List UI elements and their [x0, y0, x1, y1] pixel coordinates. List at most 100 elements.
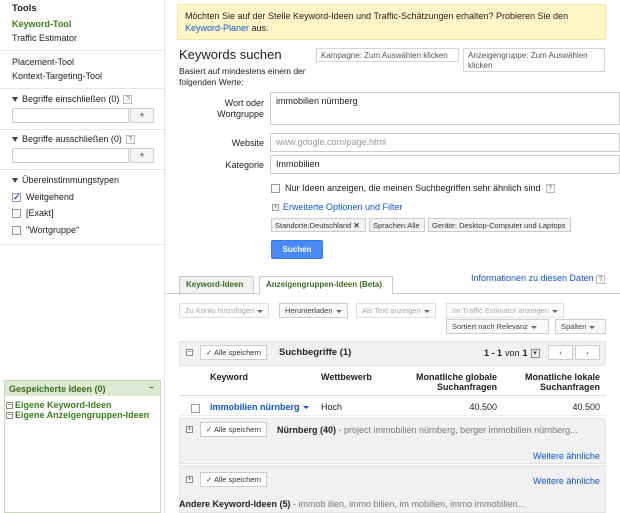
match-types-toggle[interactable]: Übereinstimmungstypen [12, 175, 119, 185]
show-as-text-button: Als Text anzeigen [356, 303, 436, 318]
download-button[interactable]: Herunterladen [279, 303, 348, 318]
divider [0, 88, 165, 89]
row-global-searches: 40.500 [469, 402, 497, 412]
checkbox[interactable] [12, 225, 21, 235]
chip-location-label: Standorte:Deutschland [275, 221, 352, 230]
tools-heading: Tools [12, 3, 37, 14]
chevron-down-icon [551, 309, 558, 313]
nav-traffic-estimator[interactable]: Traffic Estimator [12, 33, 77, 43]
keyword-label: Wort oder Wortgruppe [217, 98, 264, 119]
collapse-triangle-icon [12, 96, 18, 102]
website-input[interactable]: www.google.com/page.html [270, 133, 620, 152]
checkbox-checked[interactable] [12, 192, 21, 203]
include-terms-add-button[interactable]: + [130, 108, 154, 123]
expand-plus-icon[interactable]: + [186, 476, 193, 483]
prev-page-button[interactable]: ‹ [548, 345, 573, 360]
exclude-terms-add-button[interactable]: + [130, 148, 154, 163]
match-exact-label: [Exakt] [26, 208, 54, 218]
advanced-options-link[interactable]: Erweiterte Optionen und Filter [283, 202, 403, 212]
filter-chip-devices[interactable]: Geräte: Desktop-Computer und Laptops [428, 218, 571, 232]
saved-keyword-ideas-label: Eigene Keyword-Ideen [15, 400, 112, 410]
collapse-icon[interactable]: − [186, 349, 193, 356]
row-keyword[interactable]: immobilien nürnberg [210, 402, 309, 412]
campaign-selector[interactable]: Kampagne: Zum Auswählen klicken [316, 48, 459, 62]
sort-dropdown[interactable]: Sortiert nach Relevanz [446, 319, 549, 334]
col-local-searches[interactable]: Monatliche lokale Suchanfragen [503, 372, 600, 392]
page-dropdown-icon[interactable]: ▾ [530, 348, 540, 358]
expand-icon[interactable]: − [6, 411, 13, 419]
banner-text: Möchten Sie auf der Stelle Keyword-Ideen… [185, 11, 569, 21]
help-icon[interactable]: ? [596, 275, 606, 284]
adgroup-selector[interactable]: Anzeigengruppe: Zum Auswählen klicken [463, 48, 605, 72]
next-page-button[interactable]: › [575, 345, 600, 360]
match-broad-option[interactable]: Weitgehend [12, 192, 74, 203]
search-button[interactable]: Suchen [271, 240, 323, 259]
include-terms-label: Begriffe einschließen (0) [22, 94, 120, 104]
pagination-of: von [505, 348, 520, 358]
keyword-planner-link[interactable]: Keyword-Planer [185, 23, 249, 33]
exclude-terms-toggle[interactable]: Begriffe ausschließen (0) ? [12, 134, 135, 144]
close-icon[interactable]: ✕ [353, 221, 359, 230]
filter-chip-language[interactable]: Sprachen:Alle [369, 218, 425, 232]
tab-adgroup-ideas[interactable]: Anzeigengruppen-Ideen (Beta) [259, 276, 393, 294]
saved-keyword-ideas[interactable]: − Eigene Keyword-Ideen [5, 400, 160, 410]
collapse-triangle-icon [12, 136, 18, 142]
info-data-link[interactable]: Informationen zu diesen Daten ? [471, 273, 606, 284]
divider [0, 169, 165, 170]
include-terms-toggle[interactable]: Begriffe einschließen (0) ? [12, 94, 133, 104]
only-similar-option[interactable]: Nur Ideen anzeigen, die meinen Suchbegri… [271, 183, 555, 193]
checkbox[interactable] [271, 183, 280, 193]
keyword-input[interactable]: immobilien nürnberg [270, 92, 620, 125]
help-icon[interactable]: ? [125, 134, 135, 144]
more-similar-link[interactable]: Weitere ähnliche [533, 476, 600, 486]
col-keyword[interactable]: Keyword [210, 372, 248, 382]
col-competition[interactable]: Wettbewerb [321, 372, 372, 382]
help-icon[interactable]: ? [545, 183, 555, 193]
minimize-icon[interactable]: – [149, 382, 154, 392]
expand-icon[interactable]: − [6, 401, 13, 409]
row-checkbox[interactable] [191, 404, 200, 414]
chevron-down-icon [335, 309, 342, 313]
row-keyword-label: immobilien nürnberg [210, 402, 300, 412]
website-label: Website [231, 138, 264, 148]
adgroup-title: Nürnberg (40) [277, 425, 337, 435]
match-types-label: Übereinstimmungstypen [22, 175, 120, 185]
info-data-label: Informationen zu diesen Daten [471, 273, 594, 283]
match-phrase-label: "Wortgruppe" [26, 225, 80, 235]
nav-context-targeting-tool[interactable]: Kontext-Targeting-Tool [12, 71, 102, 81]
match-exact-option[interactable]: [Exakt] [12, 208, 54, 218]
expand-plus-icon[interactable]: + [186, 426, 193, 433]
save-all-button[interactable]: ✓ Alle speichern [200, 345, 268, 360]
tab-keyword-ideas[interactable]: Keyword-Ideen [179, 276, 254, 293]
chevron-down-icon [423, 309, 430, 313]
add-to-account-button: Zu Konto hinzufügen [179, 303, 270, 318]
save-all-button[interactable]: ✓ Alle speichern [200, 472, 268, 487]
match-phrase-option[interactable]: "Wortgruppe" [12, 225, 79, 235]
nav-placement-tool[interactable]: Placement-Tool [12, 57, 74, 67]
pagination-total: 1 [522, 348, 528, 358]
checkbox[interactable] [12, 208, 21, 218]
other-keyword-ideas[interactable]: Andere Keyword-Ideen (5) - immob ilien, … [179, 499, 525, 509]
search-subtitle: Basiert auf mindestens einem der folgend… [179, 66, 306, 87]
check-icon: ✓ [206, 348, 213, 357]
exclude-terms-input[interactable] [12, 148, 129, 163]
columns-dropdown[interactable]: Spalten [555, 319, 606, 334]
match-broad-label: Weitgehend [26, 192, 74, 202]
divider [0, 129, 165, 130]
adgroup-nuernberg-title[interactable]: Nürnberg (40) - project immobilien nürnb… [277, 425, 578, 435]
more-similar-link[interactable]: Weitere ähnliche [533, 451, 600, 461]
saved-adgroup-ideas-label: Eigene Anzeigengruppen-Ideen [15, 410, 150, 420]
chevron-down-icon [530, 325, 537, 329]
pagination-range: 1 - 1 [484, 348, 503, 358]
save-all-button[interactable]: ✓ Alle speichern [200, 422, 268, 437]
help-icon[interactable]: ? [123, 94, 133, 104]
chevron-down-icon[interactable] [302, 406, 309, 410]
advanced-options-toggle[interactable]: + Erweiterte Optionen und Filter [272, 202, 403, 212]
nav-keyword-tool[interactable]: Keyword-Tool [12, 19, 71, 29]
saved-adgroup-ideas[interactable]: − Eigene Anzeigengruppen-Ideen [5, 410, 160, 420]
col-global-searches[interactable]: Monatliche globale Suchanfragen [400, 372, 497, 392]
include-terms-input[interactable] [12, 108, 129, 123]
check-icon: ✓ [206, 425, 213, 434]
category-input[interactable]: Immobilien [270, 155, 620, 174]
filter-chip-location[interactable]: Standorte:Deutschland ✕ [271, 218, 366, 232]
